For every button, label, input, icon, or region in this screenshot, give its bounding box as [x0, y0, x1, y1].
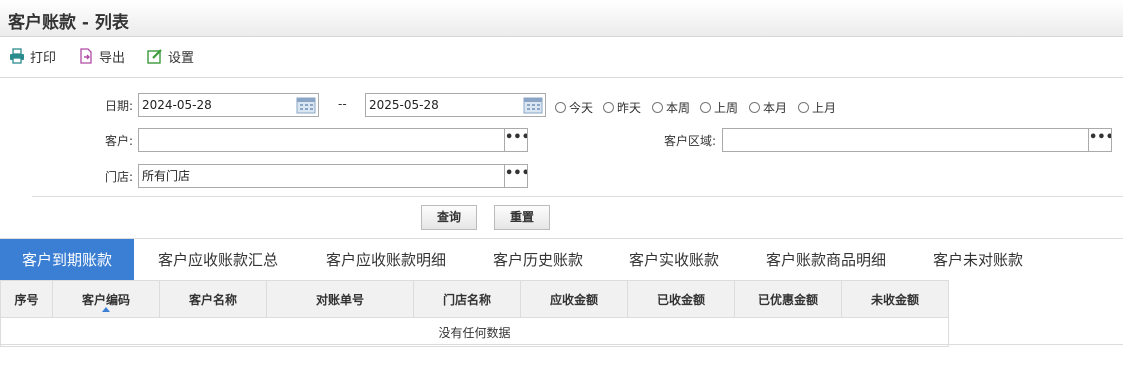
date-to-value: 2025-05-28 — [369, 98, 439, 112]
table-row: 没有任何数据 — [0, 317, 949, 347]
printer-icon — [10, 48, 24, 64]
tab-goods-detail[interactable]: 客户账款商品明细 — [751, 239, 901, 281]
reset-button[interactable]: 重置 — [494, 205, 550, 230]
radio-this-week[interactable]: 本周 — [652, 99, 690, 115]
radio-circle[interactable] — [749, 101, 760, 113]
col-header[interactable]: 序号 — [0, 280, 53, 318]
customer-label: 客户: — [105, 134, 134, 148]
tab-unreconciled[interactable]: 客户未对账款 — [918, 239, 1038, 281]
col-header-label: 客户编码 — [81, 292, 130, 307]
radio-label: 今天 — [569, 100, 594, 115]
table-header-row: 序号 客户编码 客户名称 对账单号 门店名称 应收金额 已收金额 已优惠金额 未… — [0, 280, 949, 318]
date-label: 日期: — [105, 99, 134, 113]
store-field[interactable]: 所有门店 ••• — [138, 164, 528, 188]
radio-label: 上周 — [714, 100, 739, 115]
export-icon — [80, 48, 92, 64]
title-bar: 客户账款 - 列表 — [0, 0, 1123, 37]
customer-field[interactable]: ••• — [138, 128, 528, 152]
print-button[interactable]: 打印 — [9, 46, 56, 66]
store-label: 门店: — [105, 170, 134, 184]
radio-circle[interactable] — [652, 101, 663, 113]
col-header[interactable]: 未收金额 — [841, 280, 949, 318]
region-field[interactable]: ••• — [722, 128, 1112, 152]
calendar-icon[interactable] — [523, 96, 543, 114]
radio-circle[interactable] — [798, 101, 809, 113]
page-title: 客户账款 - 列表 — [8, 13, 129, 33]
tab-due-accounts[interactable]: 客户到期账款 — [0, 239, 134, 281]
tab-receivable-summary[interactable]: 客户应收账款汇总 — [143, 239, 293, 281]
radio-yesterday[interactable]: 昨天 — [603, 99, 641, 115]
col-header-sorted[interactable]: 客户编码 — [52, 280, 160, 318]
sort-asc-icon — [102, 307, 110, 312]
calendar-icon[interactable] — [296, 96, 316, 114]
radio-label: 上月 — [812, 100, 837, 115]
print-label: 打印 — [30, 50, 57, 66]
data-table: 序号 客户编码 客户名称 对账单号 门店名称 应收金额 已收金额 已优惠金额 未… — [0, 280, 949, 347]
region-picker-button[interactable]: ••• — [1088, 129, 1111, 151]
radio-circle[interactable] — [700, 101, 711, 113]
col-header[interactable]: 已收金额 — [627, 280, 735, 318]
date-from-field[interactable]: 2024-05-28 — [138, 93, 319, 117]
edit-settings-icon — [147, 49, 162, 64]
store-picker-button[interactable]: ••• — [504, 165, 527, 187]
region-label: 客户区域: — [664, 134, 717, 148]
tab-receivable-detail[interactable]: 客户应收账款明细 — [311, 239, 461, 281]
query-button[interactable]: 查询 — [421, 205, 477, 230]
radio-circle[interactable] — [603, 101, 614, 113]
settings-button[interactable]: 设置 — [147, 46, 194, 66]
empty-message: 没有任何数据 — [0, 317, 949, 347]
toolbar: 打印 导出 设置 — [0, 37, 1123, 78]
radio-label: 昨天 — [617, 100, 642, 115]
export-button[interactable]: 导出 — [78, 46, 125, 66]
radio-circle[interactable] — [555, 101, 566, 113]
date-separator: -- — [338, 97, 347, 111]
radio-last-week[interactable]: 上周 — [700, 99, 738, 115]
tab-history-accounts[interactable]: 客户历史账款 — [478, 239, 598, 281]
tab-bar: 客户到期账款 客户应收账款汇总 客户应收账款明细 客户历史账款 客户实收账款 客… — [0, 238, 1123, 281]
settings-label: 设置 — [168, 50, 195, 66]
date-to-field[interactable]: 2025-05-28 — [365, 93, 546, 117]
tab-received-accounts[interactable]: 客户实收账款 — [614, 239, 734, 281]
radio-today[interactable]: 今天 — [555, 99, 593, 115]
table-bottom-border — [0, 344, 1123, 345]
col-header[interactable]: 应收金额 — [520, 280, 628, 318]
radio-label: 本月 — [763, 100, 788, 115]
divider — [32, 196, 1123, 197]
date-from-value: 2024-05-28 — [142, 98, 212, 112]
customer-picker-button[interactable]: ••• — [504, 129, 527, 151]
col-header[interactable]: 门店名称 — [413, 280, 521, 318]
radio-last-month[interactable]: 上月 — [798, 99, 836, 115]
col-header[interactable]: 已优惠金额 — [734, 280, 842, 318]
col-header[interactable]: 客户名称 — [159, 280, 267, 318]
col-header[interactable]: 对账单号 — [266, 280, 414, 318]
radio-this-month[interactable]: 本月 — [749, 99, 787, 115]
radio-label: 本周 — [666, 100, 691, 115]
store-value: 所有门店 — [142, 169, 191, 183]
export-label: 导出 — [99, 50, 126, 66]
